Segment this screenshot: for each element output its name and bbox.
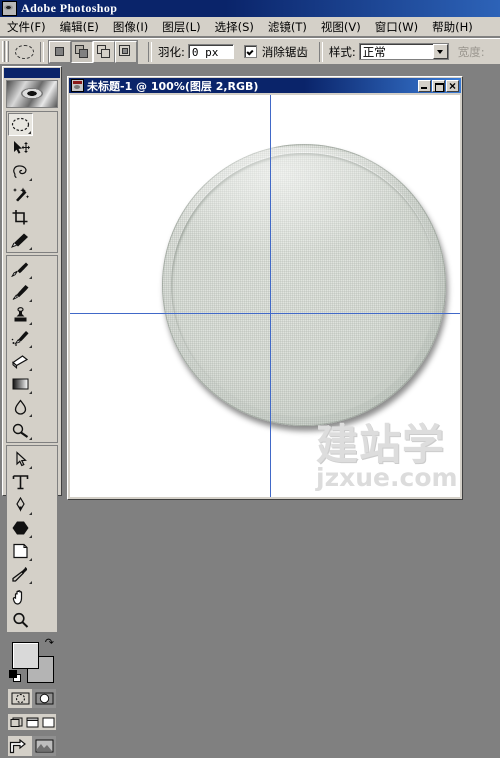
image-canvas[interactable]: 建站学 jzxue.com	[70, 95, 460, 497]
full-screen-menubar-mode-button[interactable]	[24, 714, 40, 730]
tool-shape[interactable]	[8, 516, 33, 539]
tool-eyedropper[interactable]	[8, 562, 33, 585]
photoshop-eye-icon	[2, 1, 17, 16]
tool-pen[interactable]	[8, 493, 33, 516]
width-label: 宽度:	[457, 44, 485, 59]
options-bar-gripper[interactable]	[2, 41, 9, 62]
menu-layer[interactable]: 图层(L)	[156, 18, 206, 36]
antialias-checkbox[interactable]	[243, 45, 257, 58]
options-divider-1	[40, 41, 44, 62]
tool-elliptical-marquee[interactable]	[8, 113, 33, 136]
document-title-bar[interactable]: 未标题-1 @ 100%(图层 2,RGB)	[69, 78, 461, 93]
menu-select[interactable]: 选择(S)	[209, 18, 260, 36]
vertical-guide[interactable]	[270, 95, 271, 497]
tool-gradient[interactable]	[8, 372, 33, 395]
toolbox-palette: ↷	[2, 66, 62, 758]
jump-to-group	[6, 734, 58, 758]
feather-input[interactable]: 0 px	[187, 44, 234, 59]
default-colors-icon[interactable]	[9, 670, 21, 682]
style-label: 样式:	[328, 44, 356, 59]
elliptical-marquee-icon[interactable]	[12, 41, 36, 63]
menu-window[interactable]: 窗口(W)	[369, 18, 424, 36]
menu-edit[interactable]: 编辑(E)	[54, 18, 105, 36]
new-selection-button[interactable]	[49, 40, 71, 63]
tool-zoom[interactable]	[8, 608, 33, 631]
window-buttons	[418, 79, 459, 93]
toolbox-title-bar[interactable]	[4, 68, 60, 78]
tool-group-selection	[6, 111, 58, 253]
full-screen-mode-button[interactable]	[40, 714, 56, 730]
subtract-from-selection-button[interactable]	[93, 40, 115, 63]
photoshop-application-window: Adobe Photoshop 文件(F) 编辑(E) 图像(I) 图层(L) …	[0, 0, 500, 758]
tool-clone-stamp[interactable]	[8, 303, 33, 326]
document-icon	[71, 79, 84, 92]
photoshop-eye-logo	[6, 80, 58, 108]
tool-art-history-brush[interactable]	[8, 326, 33, 349]
watermark: 建站学 jzxue.com	[316, 423, 460, 497]
maximize-button[interactable]	[432, 79, 445, 92]
intersect-with-selection-button[interactable]	[115, 40, 137, 63]
standard-mode-button[interactable]	[8, 689, 32, 708]
horizontal-guide[interactable]	[70, 313, 460, 314]
tool-healing-brush[interactable]	[8, 228, 33, 251]
tool-options-bar: 羽化: 0 px 消除锯齿 样式: 正常 宽度:	[0, 38, 500, 65]
close-button[interactable]	[446, 79, 459, 93]
document-title: 未标题-1 @ 100%(图层 2,RGB)	[87, 79, 259, 93]
style-select[interactable]: 正常	[358, 43, 449, 60]
tool-crop[interactable]	[8, 205, 33, 228]
tool-path-selection[interactable]	[8, 447, 33, 470]
menu-filter[interactable]: 滤镜(T)	[262, 18, 313, 36]
document-window: 未标题-1 @ 100%(图层 2,RGB) 建站学 jzxue.com	[67, 76, 463, 500]
menu-view[interactable]: 视图(V)	[315, 18, 367, 36]
menu-bar: 文件(F) 编辑(E) 图像(I) 图层(L) 选择(S) 滤镜(T) 视图(V…	[0, 17, 500, 37]
menu-image[interactable]: 图像(I)	[107, 18, 154, 36]
quick-mask-mode-button[interactable]	[32, 689, 56, 708]
antialias-label: 消除锯齿	[261, 44, 308, 59]
tool-move[interactable]	[8, 136, 33, 159]
tool-hand[interactable]	[8, 585, 33, 608]
minimize-button[interactable]	[418, 79, 431, 92]
canvas-scroll-area[interactable]: 建站学 jzxue.com	[70, 95, 460, 497]
swap-colors-icon[interactable]: ↷	[45, 638, 54, 649]
add-to-selection-button[interactable]	[71, 40, 93, 63]
selection-mode-group	[48, 39, 138, 64]
watermark-domain: jzxue.com	[316, 463, 458, 492]
options-divider-2	[148, 41, 152, 62]
gray-disc-artwork	[162, 144, 446, 426]
tool-notes[interactable]	[8, 539, 33, 562]
application-title: Adobe Photoshop	[21, 1, 118, 15]
tool-lasso[interactable]	[8, 159, 33, 182]
foreground-color-swatch[interactable]	[12, 642, 39, 669]
tool-blur[interactable]	[8, 395, 33, 418]
tool-group-vector	[6, 445, 58, 633]
options-divider-3	[318, 41, 323, 62]
mask-mode-group	[6, 687, 58, 710]
standard-screen-mode-button[interactable]	[8, 714, 24, 730]
tool-paintbrush[interactable]	[8, 257, 33, 280]
tool-history-brush[interactable]	[8, 280, 33, 303]
chevron-down-icon[interactable]	[432, 44, 448, 59]
menu-file[interactable]: 文件(F)	[1, 18, 52, 36]
tool-group-paint	[6, 255, 58, 443]
feather-label: 羽化:	[158, 44, 185, 59]
tool-eraser[interactable]	[8, 349, 33, 372]
color-swatches: ↷	[6, 636, 58, 684]
menu-help[interactable]: 帮助(H)	[426, 18, 479, 36]
screen-mode-group	[6, 712, 58, 732]
tool-type[interactable]	[8, 470, 33, 493]
style-select-value: 正常	[362, 44, 386, 59]
application-title-bar: Adobe Photoshop	[0, 0, 500, 17]
watermark-chinese: 建站学	[316, 420, 446, 469]
imageready-icon[interactable]	[32, 736, 56, 756]
tool-magic-wand[interactable]	[8, 182, 33, 205]
tool-dodge[interactable]	[8, 418, 33, 441]
jump-to-imageready-button[interactable]	[8, 736, 32, 756]
